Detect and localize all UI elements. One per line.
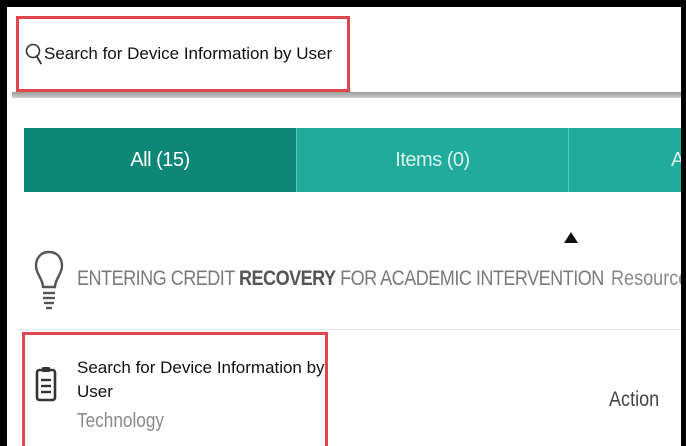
result-category: Technology [77,410,165,432]
list-item[interactable]: ENTERING CREDIT RECOVERY FOR ACADEMIC IN… [17,217,686,330]
search-bar: Search for Device Information by User [7,7,681,92]
result-title[interactable]: ENTERING CREDIT RECOVERY FOR ACADEMIC IN… [77,267,604,291]
result-type: Action [609,388,660,411]
clipboard-icon [35,366,57,402]
sort-up-arrow-icon[interactable] [564,232,578,243]
result-title[interactable]: Search for Device Information by User [77,356,327,404]
result-title-post: FOR ACADEMIC INTERVENTION [335,267,604,290]
result-tabs: All (15) Items (0) A [24,128,681,192]
search-icon[interactable] [25,43,43,65]
tab-all[interactable]: All (15) [24,128,296,192]
lightbulb-icon [34,249,64,315]
search-query-text: Search for Device Information by User [44,44,333,63]
tab-third[interactable]: A [568,128,681,192]
search-input[interactable]: Search for Device Information by User [16,16,350,92]
app-window: Search for Device Information by User Al… [0,0,686,446]
divider [12,92,681,98]
result-title-pre: ENTERING CREDIT [77,267,240,290]
result-title-highlight: RECOVERY [239,267,336,290]
tab-items[interactable]: Items (0) [296,128,568,192]
list-item[interactable]: Search for Device Information by User Te… [17,332,681,446]
result-type: Resource [611,267,686,290]
